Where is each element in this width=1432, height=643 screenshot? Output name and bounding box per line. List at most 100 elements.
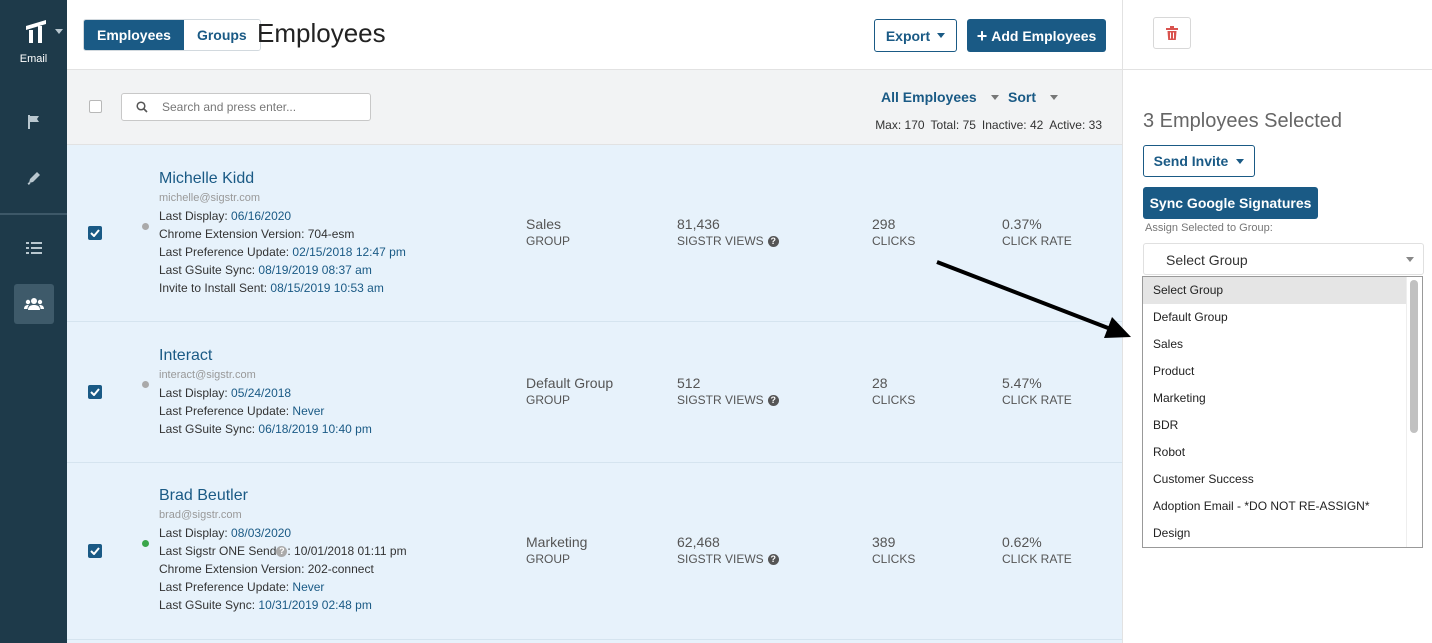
assign-group-label: Assign Selected to Group: [1145,222,1273,234]
group-metric: Default Group GROUP [526,375,613,407]
list-icon [26,242,42,254]
row-checkbox[interactable] [88,385,102,399]
row-checkbox[interactable] [88,544,102,558]
clicks-metric: 298 CLICKS [872,216,915,248]
option-customer-success[interactable]: Customer Success [1143,466,1407,493]
status-dot [142,381,149,388]
clicks-label: CLICKS [872,552,916,566]
dropdown-scrollbar[interactable] [1406,277,1422,547]
group-metric: Marketing GROUP [526,534,587,566]
option-product[interactable]: Product [1143,358,1407,385]
click-rate-value: 0.62% [1002,534,1042,550]
checkmark-icon [90,547,100,555]
search-icon [136,101,148,113]
nav-item-campaigns[interactable] [14,102,54,142]
left-nav: Email [0,0,67,643]
group-value: Marketing [526,534,588,550]
caret-down-icon [1406,257,1414,262]
search-input[interactable] [162,98,362,116]
table-row[interactable]: Brad Beutler brad@sigstr.com Last Displa… [67,463,1122,640]
table-row[interactable]: Michelle Kidd michelle@sigstr.com Last D… [67,145,1122,322]
views-label: SIGSTR VIEWS [677,234,764,248]
sort-dropdown[interactable]: Sort [1008,89,1058,105]
views-metric: 62,468 SIGSTR VIEWS? [677,534,779,566]
option-bdr[interactable]: BDR [1143,412,1407,439]
views-value: 81,436 [677,216,720,232]
employee-name[interactable]: Brad Beutler [159,487,248,505]
status-dot [142,540,149,547]
detail-last-preference-update: Last Preference Update: Never [159,404,325,418]
export-button[interactable]: Export [874,19,957,52]
view-filter-label: All Employees [881,89,977,105]
option-sales[interactable]: Sales [1143,331,1407,358]
views-metric: 81,436 SIGSTR VIEWS? [677,216,779,248]
product-label: Email [19,53,48,65]
option-marketing[interactable]: Marketing [1143,385,1407,412]
search-box [121,93,371,121]
plus-icon: + [976,25,988,46]
flag-icon [28,115,39,129]
send-invite-label: Send Invite [1153,153,1229,169]
add-employees-label: Add Employees [991,27,1097,44]
clicks-label: CLICKS [872,234,916,248]
help-icon[interactable]: ? [767,553,779,565]
option-select-group[interactable]: Select Group [1143,277,1407,304]
nav-item-list[interactable] [14,228,54,268]
view-toggle: Employees Groups [83,19,261,51]
export-label: Export [885,27,931,44]
help-icon[interactable]: ? [767,235,779,247]
group-select[interactable]: Select Group [1143,243,1424,275]
product-switcher[interactable]: Email [0,0,67,72]
group-label: GROUP [526,393,571,407]
pen-icon [27,172,40,185]
option-design[interactable]: Design [1143,520,1407,547]
select-all-checkbox[interactable] [89,100,102,113]
caret-down-icon [937,33,946,38]
employee-name[interactable]: Interact [159,347,212,365]
clicks-value: 298 [872,216,896,232]
nav-item-employees[interactable] [14,284,54,324]
tab-groups[interactable]: Groups [183,20,260,50]
row-checkbox[interactable] [88,226,102,240]
option-default-group[interactable]: Default Group [1143,304,1407,331]
send-invite-button[interactable]: Send Invite [1143,145,1255,177]
employee-email: interact@sigstr.com [159,369,256,381]
views-value: 512 [677,375,701,391]
caret-down-icon [990,94,999,100]
help-icon[interactable]: ? [767,394,779,406]
employee-name[interactable]: Michelle Kidd [159,170,254,188]
stat-max: Max: 170 [875,118,925,132]
nav-item-editor[interactable] [14,158,54,198]
option-adoption-email[interactable]: Adoption Email - *DO NOT RE-ASSIGN* [1143,493,1407,520]
clicks-metric: 389 CLICKS [872,534,915,566]
table-row[interactable]: Interact interact@sigstr.com Last Displa… [67,322,1122,463]
detail-last-display: Last Display: 05/24/2018 [159,386,292,400]
detail-last-preference-update: Last Preference Update: Never [159,580,325,594]
clicks-value: 389 [872,534,896,550]
detail-last-display: Last Display: 06/16/2020 [159,209,292,223]
click-rate-value: 0.37% [1002,216,1042,232]
stat-active: Active: 33 [1049,118,1102,132]
sync-google-signatures-button[interactable]: Sync Google Signatures [1143,187,1318,219]
caret-down-icon [1236,158,1245,164]
scrollbar-thumb[interactable] [1410,280,1418,433]
clicks-metric: 28 CLICKS [872,375,915,407]
click-rate-label: CLICK RATE [1002,234,1072,248]
checkmark-icon [90,388,100,396]
users-icon [24,298,44,310]
selection-count-title: 3 Employees Selected [1143,110,1343,132]
tab-employees[interactable]: Employees [84,20,184,50]
delete-button[interactable] [1153,17,1191,49]
group-label: GROUP [526,552,571,566]
add-employees-button[interactable]: + Add Employees [967,19,1106,52]
help-icon[interactable]: ? [276,545,288,557]
app: Email Employees Groups Employees Export … [0,0,1432,643]
selection-panel: 3 Employees Selected Send Invite Sync Go… [1122,0,1432,643]
employee-email: michelle@sigstr.com [159,192,261,204]
option-robot[interactable]: Robot [1143,439,1407,466]
view-filter-dropdown[interactable]: All Employees [881,89,999,105]
click-rate-metric: 0.37% CLICK RATE [1002,216,1072,248]
click-rate-metric: 5.47% CLICK RATE [1002,375,1072,407]
employee-list: Michelle Kidd michelle@sigstr.com Last D… [67,145,1122,643]
panel-toolbar [1123,0,1432,70]
